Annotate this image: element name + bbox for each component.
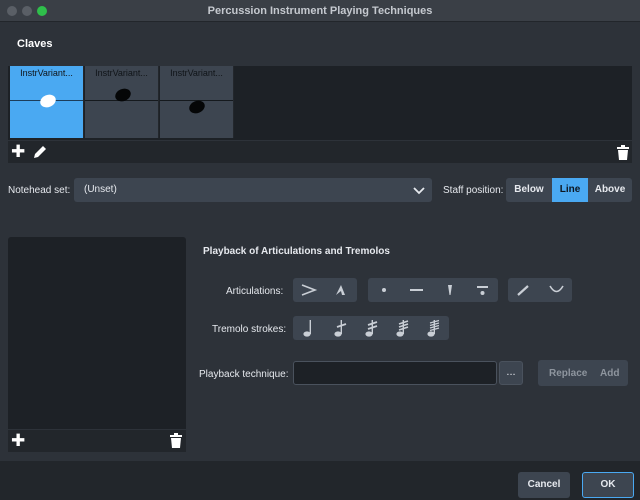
notehead-set-value: (Unset): [84, 184, 117, 195]
notehead-set-label: Notehead set:: [8, 185, 71, 196]
variant-tile[interactable]: InstrVariant...: [10, 66, 84, 138]
variant-label: InstrVariant...: [20, 68, 73, 78]
articulations-label: Articulations:: [226, 286, 284, 297]
variant-toolbar: ✚: [8, 141, 632, 163]
playback-technique-input[interactable]: [293, 361, 497, 385]
tremolo-2-strokes-icon: [365, 320, 378, 337]
techniques-toolbar: ✚: [8, 430, 186, 452]
tremolo-4-button[interactable]: [417, 316, 448, 340]
instrument-name: Claves: [17, 38, 53, 50]
dialog-footer: Cancel OK: [0, 461, 640, 500]
staccatissimo-button[interactable]: [434, 278, 465, 302]
cancel-button[interactable]: Cancel: [518, 472, 570, 498]
tremolo-3-button[interactable]: [386, 316, 417, 340]
replace-button[interactable]: Replace: [549, 368, 587, 379]
tremolo-3-strokes-icon: [396, 320, 409, 337]
staff-position-selector: Below Line Above: [506, 178, 632, 202]
variant-label: InstrVariant...: [95, 68, 148, 78]
playback-technique-label: Playback technique:: [199, 369, 289, 380]
tremolo-2-button[interactable]: [355, 316, 386, 340]
trash-icon[interactable]: [169, 433, 183, 448]
playback-section-title: Playback of Articulations and Tremolos: [203, 246, 390, 257]
staff-position-below[interactable]: Below: [506, 178, 552, 202]
staff-position-above[interactable]: Above: [588, 178, 632, 202]
notehead-icon: [187, 98, 207, 116]
stress-button[interactable]: [508, 278, 539, 302]
accent-button[interactable]: [293, 278, 324, 302]
window-title: Percussion Instrument Playing Techniques: [207, 5, 433, 17]
browse-technique-button[interactable]: ...: [499, 361, 523, 385]
tremolo-1-button[interactable]: [324, 316, 355, 340]
tremolo-strokes-label: Tremolo strokes:: [212, 324, 287, 335]
chevron-down-icon: [413, 187, 425, 195]
variant-tile[interactable]: InstrVariant...: [85, 66, 159, 138]
tenuto-staccato-icon: [477, 286, 488, 295]
articulations-accent-group: [293, 278, 357, 302]
unstress-icon: [549, 285, 564, 293]
ok-button[interactable]: OK: [582, 472, 634, 498]
notehead-set-dropdown[interactable]: (Unset): [74, 178, 432, 202]
techniques-list[interactable]: [8, 237, 186, 429]
notehead-icon: [38, 92, 58, 110]
staccato-button[interactable]: [368, 278, 399, 302]
variant-label: InstrVariant...: [170, 68, 223, 78]
tenuto-staccato-button[interactable]: [467, 278, 498, 302]
tenuto-button[interactable]: [401, 278, 432, 302]
staccatissimo-icon: [448, 285, 452, 295]
add-technique-icon[interactable]: ✚: [11, 431, 25, 451]
articulations-length-group: [368, 278, 498, 302]
title-bar: Percussion Instrument Playing Techniques: [0, 0, 640, 22]
add-button[interactable]: Add: [600, 368, 619, 379]
tremolo-4-strokes-icon: [427, 319, 440, 337]
tremolo-0-button[interactable]: [293, 316, 324, 340]
add-variant-icon[interactable]: ✚: [11, 142, 25, 162]
articulations-stress-group: [508, 278, 572, 302]
technique-actions: Replace Add: [538, 360, 628, 386]
accent-icon: [301, 284, 318, 296]
staff-position-line[interactable]: Line: [552, 178, 588, 202]
trash-icon[interactable]: [616, 145, 630, 160]
edit-pencil-icon[interactable]: [32, 144, 48, 160]
tremolo-strokes-group: [293, 316, 449, 340]
note-icon: [303, 320, 311, 337]
stress-icon: [517, 285, 529, 296]
variant-tile[interactable]: InstrVariant...: [160, 66, 234, 138]
marcato-icon: [336, 285, 345, 295]
tenuto-icon: [410, 289, 423, 291]
staff-position-label: Staff position:: [443, 185, 504, 196]
marcato-button[interactable]: [325, 278, 356, 302]
variant-strip: InstrVariant... InstrVariant... InstrVar…: [8, 66, 632, 140]
staccato-icon: [382, 288, 386, 292]
tremolo-1-stroke-icon: [334, 320, 347, 337]
unstress-button[interactable]: [541, 278, 572, 302]
